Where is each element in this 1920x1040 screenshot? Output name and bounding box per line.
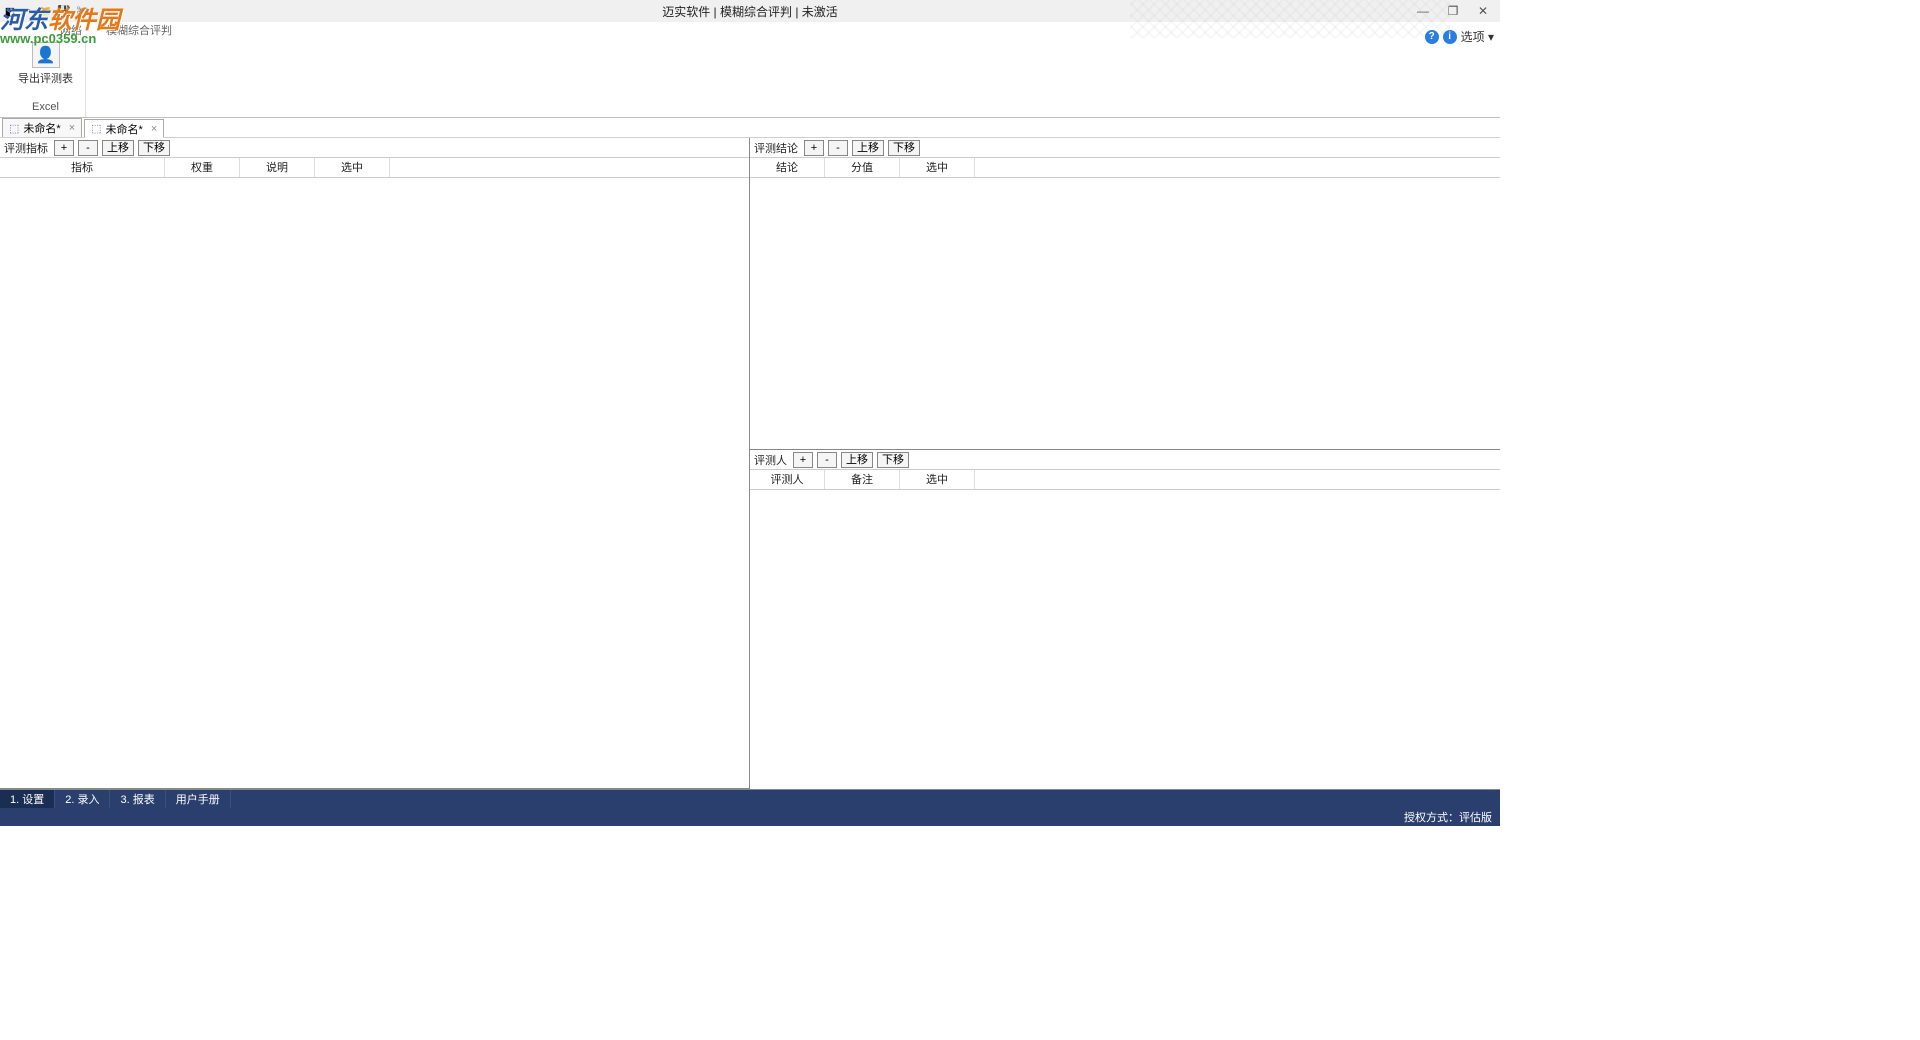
minimize-button[interactable]: — (1414, 4, 1432, 18)
indicators-header: 指标 权重 说明 选中 (0, 158, 749, 178)
col-score[interactable]: 分值 (825, 158, 900, 177)
options-dropdown[interactable]: 选项 ▾ (1461, 28, 1494, 45)
statusbar: 授权方式：评估版 (0, 808, 1500, 826)
cube-icon: ⬚ (91, 122, 101, 135)
col-reviewer[interactable]: 评测人 (750, 470, 825, 489)
close-button[interactable]: ✕ (1474, 4, 1492, 18)
license-status: 授权方式：评估版 (1404, 809, 1492, 825)
add-button[interactable]: + (54, 140, 74, 156)
reviewers-panel: 评测人 + - 上移 下移 评测人 备注 选中 (750, 450, 1500, 789)
person-icon: 👤 (32, 42, 60, 68)
col-remark[interactable]: 备注 (825, 470, 900, 489)
tab-report[interactable]: 3. 报表 (110, 790, 165, 808)
add-button[interactable]: + (793, 452, 813, 468)
close-icon[interactable]: × (69, 122, 75, 134)
move-down-button[interactable]: 下移 (877, 452, 909, 468)
app-icon[interactable]: ◧ (2, 3, 18, 19)
conclusions-grid[interactable] (750, 178, 1500, 449)
conclusions-toolbar: 评测结论 + - 上移 下移 (750, 138, 1500, 158)
indicators-toolbar: 评测指标 + - 上移 下移 (0, 138, 749, 158)
remove-button[interactable]: - (828, 140, 848, 156)
doc-tab-1[interactable]: ⬚ 未命名* × (84, 119, 164, 138)
remove-button[interactable]: - (817, 452, 837, 468)
move-up-button[interactable]: 上移 (841, 452, 873, 468)
col-selected[interactable]: 选中 (315, 158, 390, 177)
ribbon: 👤 导出评测表 Excel (0, 38, 1500, 118)
open-icon[interactable]: 📂 (38, 3, 54, 19)
col-desc[interactable]: 说明 (240, 158, 315, 177)
conclusions-title: 评测结论 (754, 140, 798, 156)
col-conclusion[interactable]: 结论 (750, 158, 825, 177)
maximize-button[interactable]: ❐ (1444, 4, 1462, 18)
reviewers-title: 评测人 (754, 452, 787, 468)
main-content: 评测指标 + - 上移 下移 指标 权重 说明 选中 评测结论 + - 上移 下… (0, 138, 1500, 790)
doc-tab-label: 未命名* (23, 120, 60, 136)
ribbon-group-label: Excel (32, 101, 59, 115)
move-up-button[interactable]: 上移 (852, 140, 884, 156)
move-down-button[interactable]: 下移 (138, 140, 170, 156)
remove-button[interactable]: - (78, 140, 98, 156)
right-panel: 评测结论 + - 上移 下移 结论 分值 选中 评测人 + - 上移 下移 (750, 138, 1500, 789)
add-button[interactable]: + (804, 140, 824, 156)
reviewers-toolbar: 评测人 + - 上移 下移 (750, 450, 1500, 470)
menu-row: 网络 模糊综合评判 (0, 22, 1500, 38)
ribbon-group-excel: 👤 导出评测表 Excel (6, 38, 86, 117)
doc-tab-0[interactable]: ⬚ 未命名* × (2, 118, 82, 137)
menu-fuzzy[interactable]: 模糊综合评判 (106, 22, 172, 38)
col-weight[interactable]: 权重 (165, 158, 240, 177)
reviewers-grid[interactable] (750, 490, 1500, 789)
tab-settings[interactable]: 1. 设置 (0, 790, 55, 808)
window-title: 迈实软件 | 模糊综合评判 | 未激活 (662, 3, 838, 20)
indicators-title: 评测指标 (4, 140, 48, 156)
new-icon[interactable]: ▫ (20, 3, 36, 19)
document-tabstrip: ⬚ 未命名* × ⬚ 未命名* × (0, 118, 1500, 138)
help-icon[interactable]: ? (1425, 30, 1439, 44)
indicators-panel: 评测指标 + - 上移 下移 指标 权重 说明 选中 (0, 138, 750, 789)
indicators-grid[interactable] (0, 178, 749, 788)
save-icon[interactable]: 💾 (56, 3, 72, 19)
reviewers-header: 评测人 备注 选中 (750, 470, 1500, 490)
move-up-button[interactable]: 上移 (102, 140, 134, 156)
menu-network[interactable]: 网络 (60, 22, 82, 38)
conclusions-panel: 评测结论 + - 上移 下移 结论 分值 选中 (750, 138, 1500, 450)
titlebar: ◧ ▫ 📂 💾 ✀ 迈实软件 | 模糊综合评判 | 未激活 — ❐ ✕ (0, 0, 1500, 22)
tools-icon[interactable]: ✀ (74, 3, 90, 19)
col-selected[interactable]: 选中 (900, 470, 975, 489)
col-selected[interactable]: 选中 (900, 158, 975, 177)
header-right: ? i 选项 ▾ (1425, 28, 1494, 45)
export-evaluation-button[interactable]: 👤 导出评测表 (14, 40, 77, 88)
doc-tab-label: 未命名* (106, 121, 143, 137)
info-icon[interactable]: i (1443, 30, 1457, 44)
cube-icon: ⬚ (9, 122, 19, 135)
move-down-button[interactable]: 下移 (888, 140, 920, 156)
bottom-tabs: 1. 设置 2. 录入 3. 报表 用户手册 (0, 790, 1500, 808)
close-icon[interactable]: × (151, 123, 157, 135)
tab-input[interactable]: 2. 录入 (55, 790, 110, 808)
conclusions-header: 结论 分值 选中 (750, 158, 1500, 178)
tab-manual[interactable]: 用户手册 (166, 790, 231, 808)
col-indicator[interactable]: 指标 (0, 158, 165, 177)
